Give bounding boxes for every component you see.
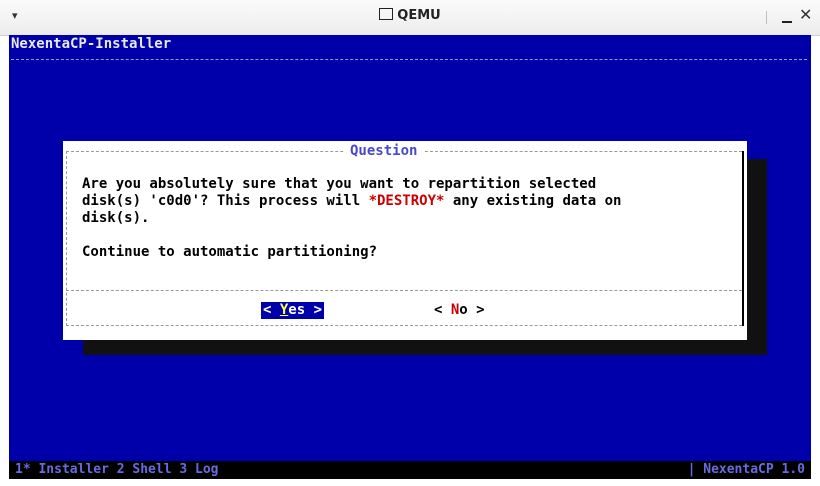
dialog-frame-left — [66, 151, 67, 326]
dialog-frame-bottom — [66, 325, 742, 326]
dialog-message: Are you absolutely sure that you want to… — [82, 176, 732, 261]
title-divider — [11, 59, 807, 60]
minimize-icon[interactable] — [780, 9, 794, 23]
dialog-frame-separator — [66, 290, 742, 291]
yes-open: < — [263, 302, 280, 318]
yes-rest: es > — [288, 302, 323, 318]
message-line-3: disk(s). — [82, 210, 150, 226]
dialog-title: Question — [344, 143, 424, 159]
window-icon — [379, 8, 394, 20]
question-dialog: Question Are you absolutely sure that yo… — [63, 141, 747, 340]
no-button[interactable]: < No > — [434, 302, 485, 319]
status-bar: 1* Installer 2 Shell 3 Log | NexentaCP 1… — [9, 461, 811, 479]
message-line-1: Are you absolutely sure that you want to… — [82, 176, 597, 192]
product-version: | NexentaCP 1.0 — [687, 462, 805, 477]
message-line-2b: any existing data on — [444, 193, 622, 209]
window-title: QEMU — [0, 8, 820, 23]
window-titlebar[interactable]: ▾ QEMU ✕ — [0, 0, 820, 36]
window-title-text: QEMU — [397, 8, 441, 23]
destroy-warning: *DESTROY* — [368, 193, 445, 209]
installer-title: NexentaCP-Installer — [11, 36, 172, 52]
no-rest: o > — [459, 302, 485, 318]
message-line-2a: disk(s) 'c0d0'? This process will — [82, 193, 369, 209]
console-screen[interactable]: NexentaCP-Installer Question Are you abs… — [9, 35, 811, 479]
titlebar-separator — [766, 11, 767, 24]
console-tabs[interactable]: 1* Installer 2 Shell 3 Log — [15, 462, 219, 477]
no-open: < — [434, 302, 451, 318]
close-icon[interactable]: ✕ — [799, 5, 812, 24]
dialog-frame-right — [742, 151, 744, 326]
yes-button[interactable]: < Yes > — [261, 302, 325, 319]
dialog-prompt: Continue to automatic partitioning? — [82, 244, 378, 260]
